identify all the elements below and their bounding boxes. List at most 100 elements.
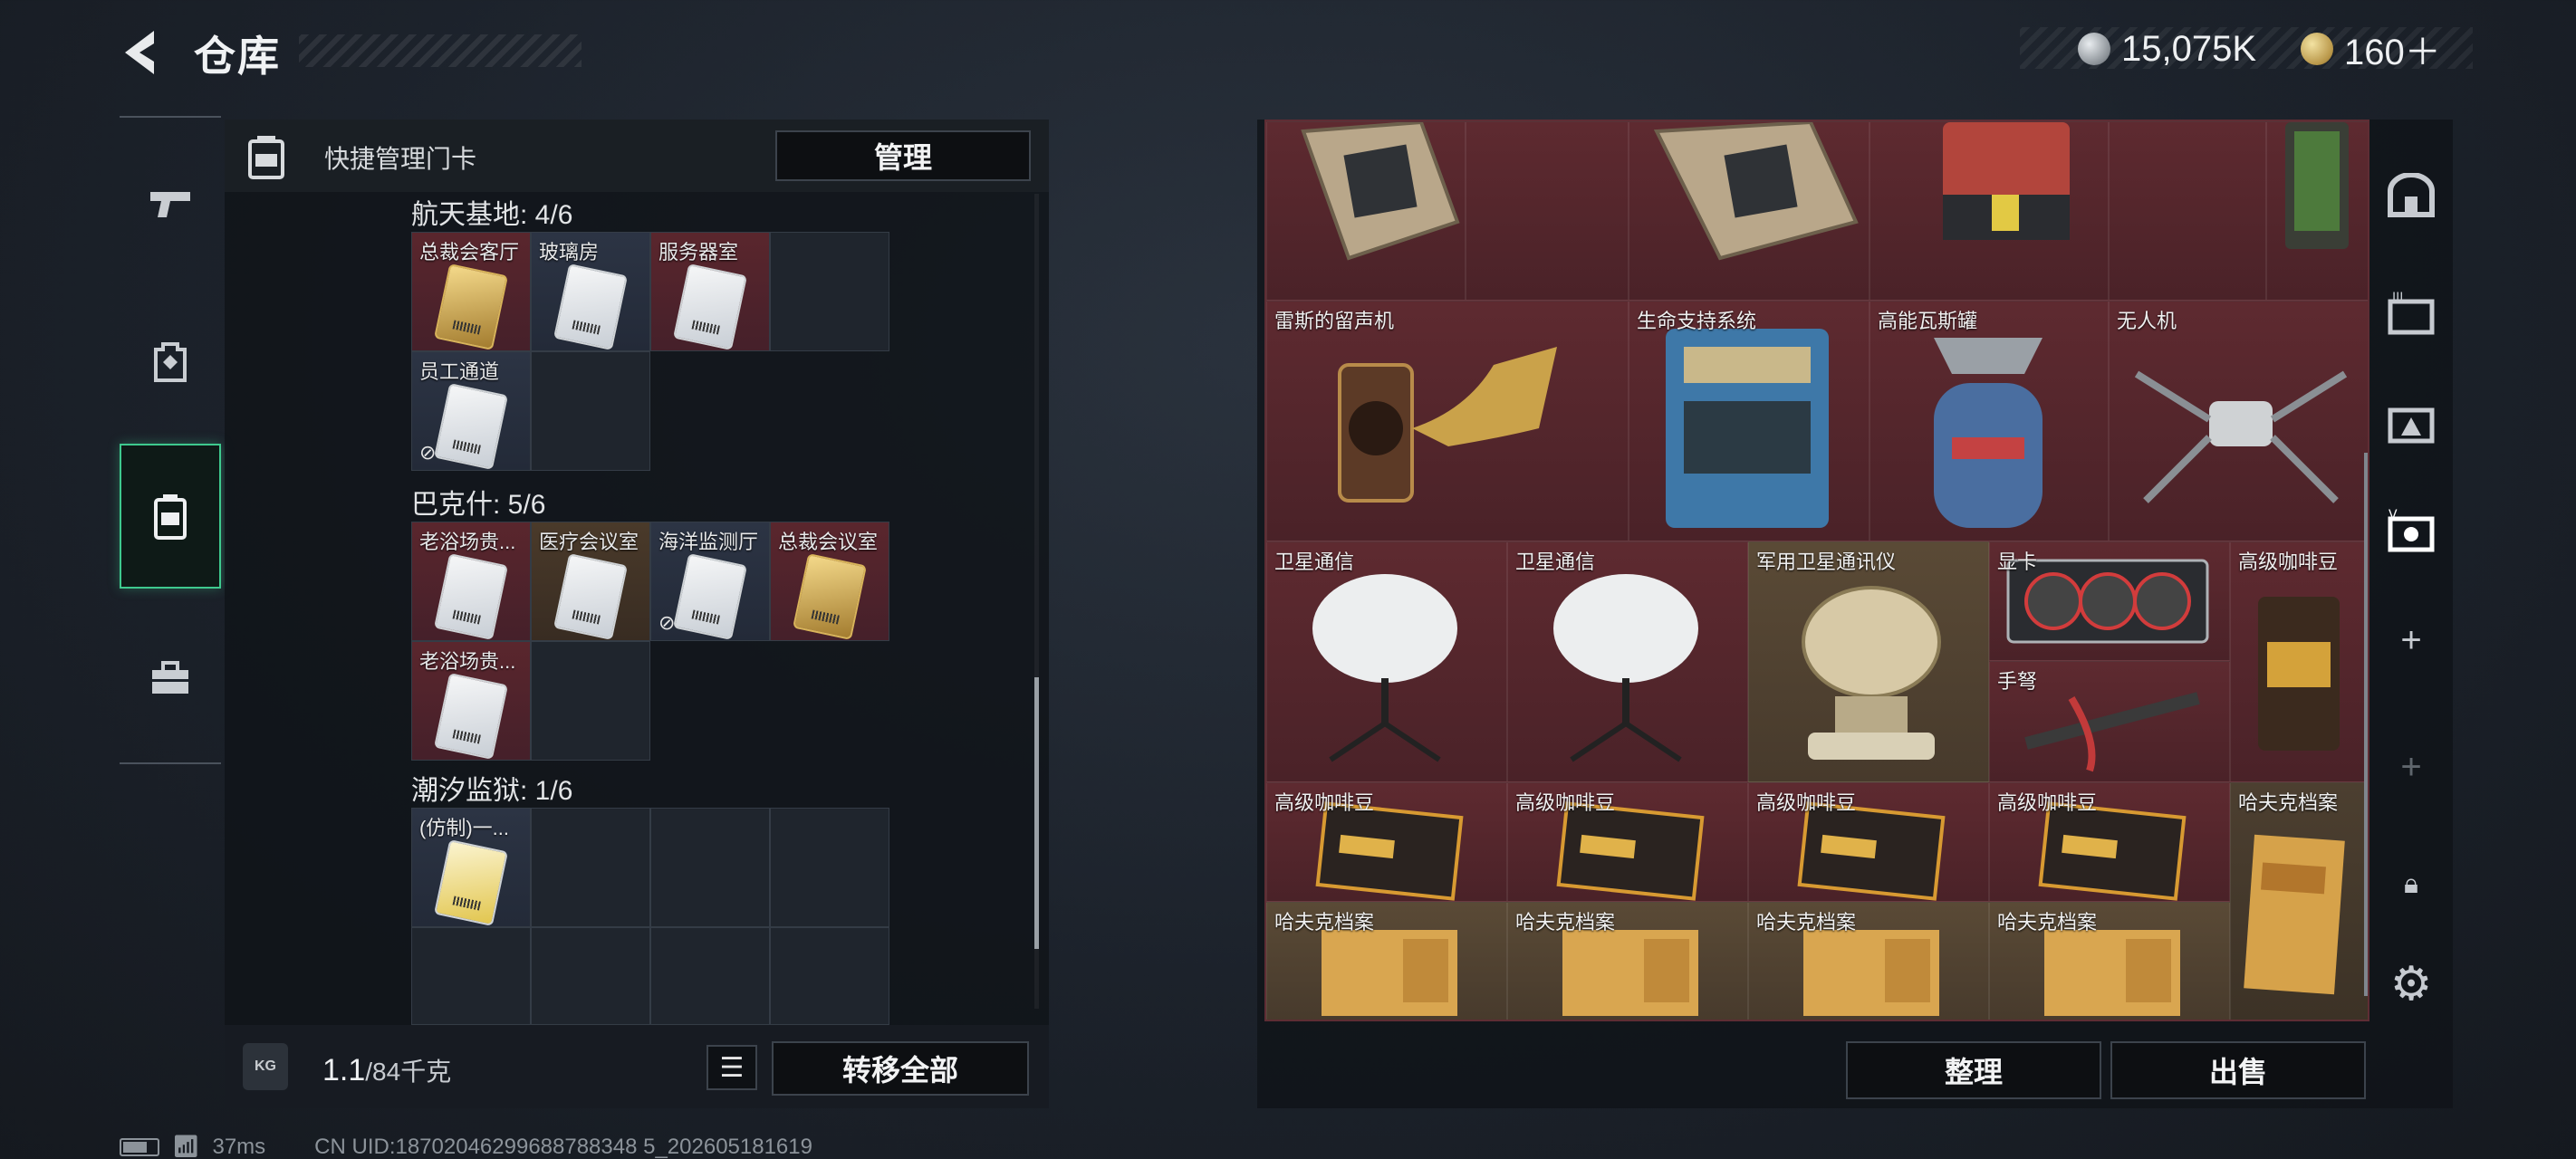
life-support-image — [1666, 329, 1829, 528]
list-view-button[interactable]: ☰ — [706, 1045, 757, 1090]
stash-item[interactable]: 高级咖啡豆 — [2230, 541, 2368, 782]
keycard-slot[interactable]: 总裁会客厅 — [411, 232, 531, 351]
empty-keycard-slot[interactable] — [770, 808, 889, 927]
keycard-image — [433, 839, 509, 926]
device-image — [2285, 122, 2349, 249]
wifi-icon: 📶︎ — [172, 1135, 200, 1159]
silver-currency[interactable]: 15,075K — [2078, 25, 2256, 72]
stash-item[interactable]: 高级咖啡豆 — [1266, 782, 1507, 902]
empty-keycard-slot[interactable] — [770, 927, 889, 1025]
empty-keycard-slot[interactable] — [650, 808, 770, 927]
empty-keycard-slot[interactable] — [650, 927, 770, 1025]
list-icon: ☰ — [719, 1052, 745, 1083]
group-title: 潮汐监狱: 1/6 — [411, 776, 573, 806]
keycard-slot[interactable]: (仿制)一... — [411, 808, 531, 927]
stash-item[interactable] — [1266, 121, 1466, 301]
stash-item[interactable]: 高级咖啡豆 — [1507, 782, 1748, 902]
manage-button[interactable]: 管理 — [775, 130, 1031, 181]
stash-item[interactable]: 高级咖啡豆 — [1989, 782, 2230, 902]
stash-item[interactable]: 卫星通信 — [1507, 541, 1748, 782]
sell-button[interactable]: 出售 — [2110, 1041, 2366, 1099]
stash-item[interactable]: 高级咖啡豆 — [1748, 782, 1989, 902]
stash-item[interactable]: 哈夫克档案 — [1507, 902, 1748, 1020]
document-folder-image — [2244, 834, 2345, 995]
stash-item[interactable]: 哈夫克档案 — [1989, 902, 2230, 1020]
title-decoration — [299, 34, 582, 67]
toolbox-icon — [152, 661, 188, 694]
nav-equipment[interactable] — [120, 290, 221, 435]
keycard-slot[interactable]: 玻璃房 — [531, 232, 650, 351]
stash-item[interactable]: 哈夫克档案 — [1266, 902, 1507, 1020]
empty-keycard-slot[interactable] — [531, 351, 650, 471]
safe-icon — [2388, 173, 2435, 217]
stash-box-icon: III — [2388, 291, 2435, 335]
settings-button[interactable]: ⚙ — [2364, 934, 2458, 1034]
empty-keycard-slot[interactable] — [770, 232, 889, 351]
tab-stash-3[interactable] — [2364, 373, 2458, 473]
stash-item[interactable] — [2266, 121, 2368, 301]
nav-keycards[interactable] — [120, 444, 221, 589]
svg-text:V: V — [2389, 508, 2398, 522]
stash-item[interactable]: 军用卫星通讯仪 — [1748, 541, 1989, 782]
stash-item[interactable]: 无人机 — [2109, 301, 2368, 541]
item-label: 手弩 — [1997, 670, 2038, 693]
add-stash-button-disabled[interactable]: + — [2364, 717, 2458, 817]
stash-item[interactable]: 哈夫克档案 — [1748, 902, 1989, 1020]
item-label: 高级咖啡豆 — [1515, 791, 1616, 814]
gold-currency[interactable]: 160＋ — [2301, 25, 2441, 72]
item-label: 哈夫克档案 — [1997, 911, 2098, 934]
group-title: 巴克什: 5/6 — [411, 490, 546, 520]
tab-stash-1[interactable] — [2364, 147, 2458, 246]
stash-item[interactable]: 手弩 — [1989, 661, 2230, 782]
keycard-slot[interactable]: 服务器室 — [650, 232, 770, 351]
backpack-icon — [154, 342, 187, 382]
lock-button[interactable]: 🔒︎ — [2364, 835, 2458, 934]
keycard-image — [553, 263, 629, 350]
keycard-slot[interactable]: 总裁会议室 — [770, 522, 889, 641]
item-label: 卫星通信 — [1274, 551, 1355, 573]
stash-item[interactable]: 显卡 — [1989, 541, 2230, 661]
keycard-panel: 快捷管理门卡 管理 航天基地: 4/6 总裁会客厅 玻璃房 服务器室 员工通道 … — [225, 120, 1049, 1108]
tab-stash-4[interactable]: V — [2364, 482, 2458, 581]
empty-keycard-slot[interactable] — [531, 808, 650, 927]
item-label: 哈夫克档案 — [1515, 911, 1616, 934]
gold-coin-icon — [2301, 33, 2333, 65]
nav-other[interactable] — [120, 607, 221, 752]
keycard-slot[interactable]: 老浴场贵... — [411, 522, 531, 641]
transfer-all-button[interactable]: 转移全部 — [772, 1041, 1029, 1096]
keycard-scrollbar-thumb[interactable] — [1034, 677, 1039, 949]
keycard-slot[interactable]: 员工通道 ⊘ — [411, 351, 531, 471]
keycard-slot[interactable]: 老浴场贵... — [411, 641, 531, 761]
empty-keycard-slot[interactable] — [411, 927, 531, 1025]
stash-item[interactable]: 生命支持系统 — [1629, 301, 1870, 541]
stash-item[interactable] — [1629, 121, 1870, 301]
battery-icon — [120, 1137, 159, 1156]
nav-weapons[interactable] — [120, 130, 221, 275]
plus-icon: + — [2400, 619, 2422, 660]
stash-cell[interactable] — [2109, 121, 2266, 301]
stash-item[interactable]: 雷斯的留声机 — [1266, 301, 1629, 541]
stash-item[interactable]: 卫星通信 — [1266, 541, 1507, 782]
keycard-slot[interactable]: 医疗会议室 — [531, 522, 650, 641]
lock-icon: 🔒︎ — [2404, 869, 2418, 899]
keycard-slot[interactable]: 海洋监测厅 ⊘ — [650, 522, 770, 641]
page-title: 仓库 — [194, 33, 281, 80]
stash-item[interactable]: 哈夫克档案 — [2230, 782, 2368, 1020]
empty-keycard-slot[interactable] — [531, 641, 650, 761]
uid-text: CN UID:18702046299688788348 5_2026051816… — [314, 1134, 812, 1159]
case-image — [1943, 122, 2070, 240]
keycard-case-icon — [154, 494, 187, 540]
tab-stash-2[interactable]: III — [2364, 264, 2458, 364]
keycard-label: (仿制)一... — [419, 817, 509, 839]
stash-cell[interactable] — [1466, 121, 1629, 301]
keycard-label: 总裁会客厅 — [419, 241, 520, 263]
military-satcom-image — [1802, 586, 1941, 760]
empty-keycard-slot[interactable] — [531, 927, 650, 1025]
sort-button[interactable]: 整理 — [1846, 1041, 2101, 1099]
item-label: 高级咖啡豆 — [1997, 791, 2098, 814]
stash-item[interactable] — [1870, 121, 2109, 301]
stash-item[interactable]: 高能瓦斯罐 — [1870, 301, 2109, 541]
back-arrow-icon[interactable] — [118, 27, 161, 78]
no-card-icon: ⊘ — [658, 611, 676, 634]
add-stash-button[interactable]: + — [2364, 590, 2458, 690]
